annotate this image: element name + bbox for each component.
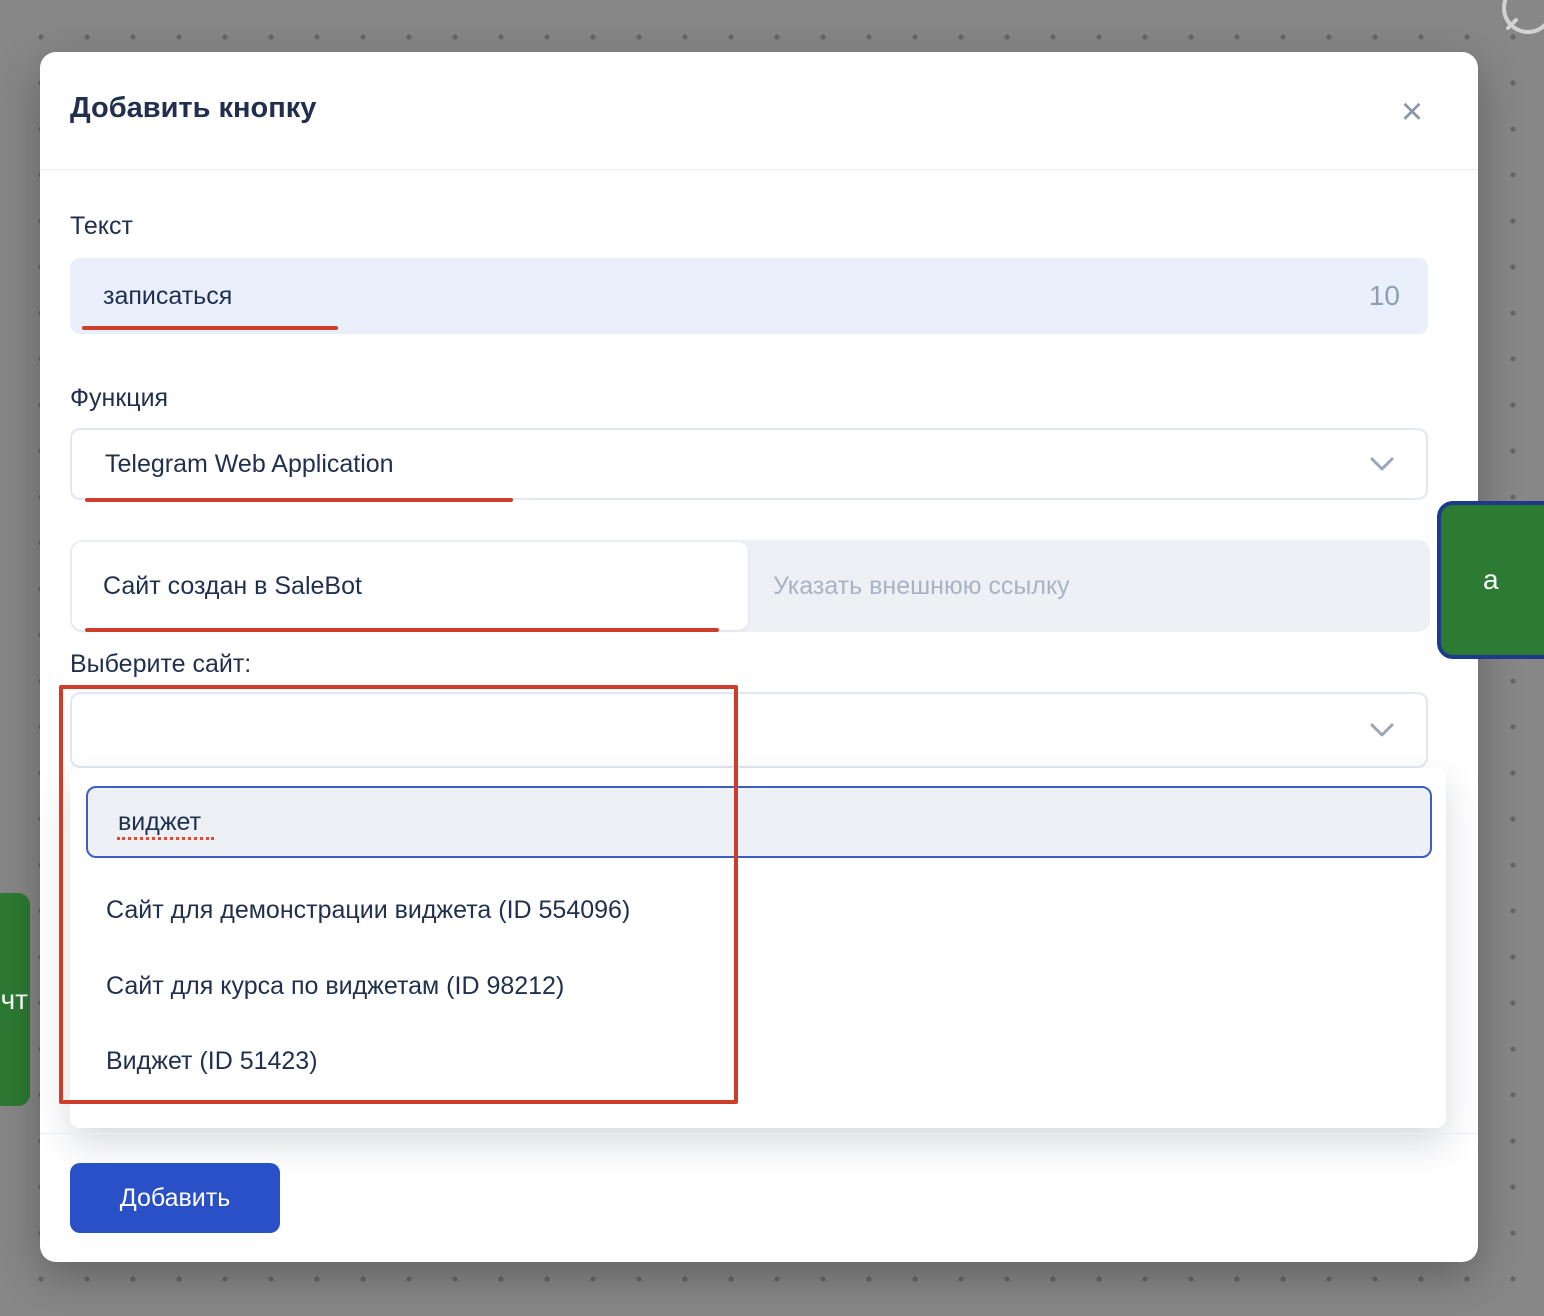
tab-salebot-site[interactable]: Сайт создан в SaleBot — [72, 542, 748, 630]
modal-header: Добавить кнопку × — [40, 52, 1478, 170]
close-icon[interactable]: × — [1384, 84, 1440, 140]
footer-divider — [40, 1133, 1478, 1134]
function-select[interactable]: Telegram Web Application — [70, 428, 1428, 500]
site-search-wrap — [86, 786, 1432, 858]
text-field-label: Текст — [70, 212, 133, 241]
char-counter: 10 — [1369, 280, 1428, 312]
flow-node-right-label: а — [1483, 564, 1499, 596]
flow-node-left[interactable]: чт — [0, 893, 30, 1106]
link-source-tabs: Сайт создан в SaleBot Указать внешнюю сс… — [70, 540, 1430, 632]
chevron-down-icon — [1370, 723, 1394, 737]
dropdown-option[interactable]: Виджет (ID 51423) — [70, 1025, 1446, 1097]
function-select-value: Telegram Web Application — [72, 450, 394, 479]
dropdown-option[interactable]: Сайт для курса по виджетам (ID 98212) — [70, 950, 1446, 1022]
site-dropdown-panel: Сайт для демонстрации виджета (ID 554096… — [70, 768, 1446, 1128]
button-text-input-wrap: 10 — [70, 258, 1428, 334]
site-select-label: Выберите сайт: — [70, 650, 251, 679]
search-icon[interactable] — [1494, 0, 1544, 46]
site-search-input[interactable] — [88, 788, 1430, 856]
chevron-down-icon — [1370, 457, 1394, 471]
flow-node-left-label: чт — [1, 984, 28, 1016]
site-select[interactable] — [70, 692, 1428, 768]
tab-external-link[interactable]: Указать внешнюю ссылку — [748, 540, 1430, 632]
add-button-modal: Добавить кнопку × Текст 10 Функция Teleg… — [40, 52, 1478, 1262]
canvas: { "canvas": { "partial_node_right_label"… — [0, 0, 1544, 1316]
flow-node-right[interactable]: а — [1437, 501, 1544, 659]
modal-title: Добавить кнопку — [70, 92, 316, 125]
dropdown-option[interactable]: Сайт для демонстрации виджета (ID 554096… — [70, 874, 1446, 946]
add-button[interactable]: Добавить — [70, 1163, 280, 1233]
button-text-input[interactable] — [70, 258, 1369, 334]
function-field-label: Функция — [70, 384, 168, 413]
